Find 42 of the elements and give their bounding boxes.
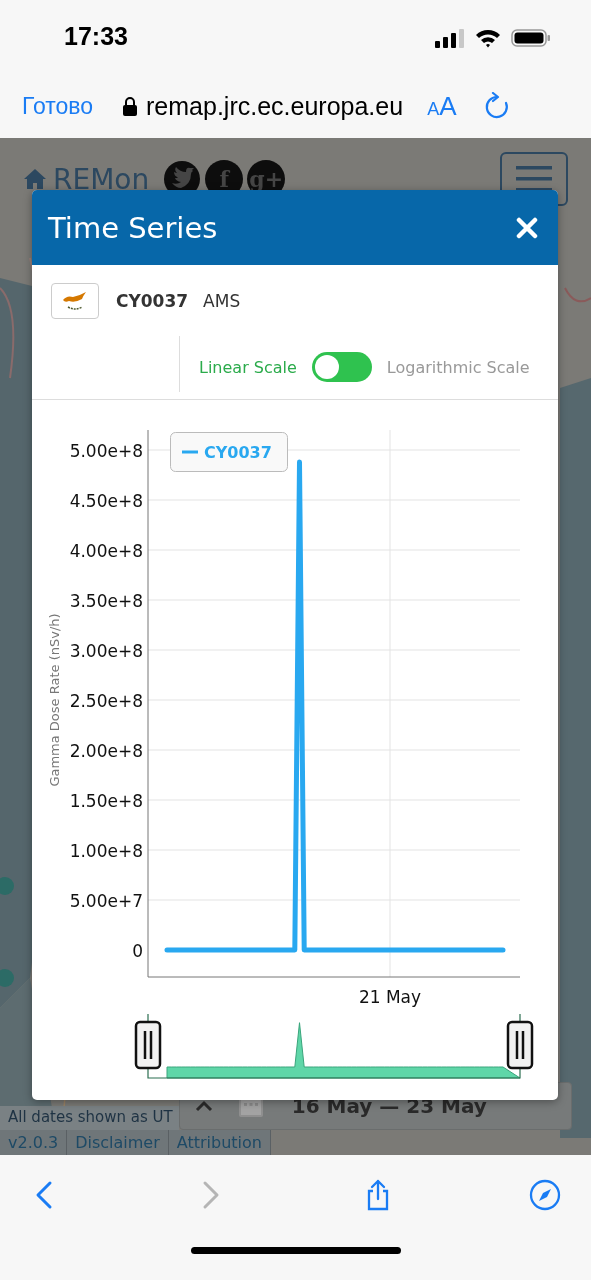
legend-label: CY0037 [204,443,272,462]
axis-tick-label: 2.00e+8 [69,741,143,761]
text-size-button[interactable]: AA [427,91,457,122]
axis-tick-label: 1.00e+8 [69,841,143,861]
axis-tick-label: 2.50e+8 [69,691,143,711]
footer-link[interactable]: Attribution [168,1130,271,1155]
axis-tick-label: 3.00e+8 [69,641,143,661]
axis-title: Gamma Dose Rate (nSv/h) [47,613,62,787]
dialog-title: Time Series [48,210,218,245]
home-icon [23,168,47,190]
clock-time: 17:33 [64,22,128,51]
axis-tick-label: 3.50e+8 [69,591,143,611]
range-handle[interactable] [134,1020,162,1070]
done-button[interactable]: Готово [22,93,94,120]
range-handle[interactable] [506,1020,534,1070]
caret-up-icon[interactable] [193,1099,214,1113]
station-type: AMS [203,291,241,311]
axis-tick-label: 4.50e+8 [69,491,143,511]
menu-icon [516,166,552,192]
signal-icon [435,27,465,48]
axis-tick-label: 0 [132,941,143,961]
map-marker[interactable] [0,877,14,895]
close-icon[interactable] [516,216,538,239]
timezone-note: All dates shown as UT [0,1106,179,1130]
scale-label[interactable]: Linear Scale [199,357,297,377]
axis-tick-label: 4.00e+8 [69,541,143,561]
axis-tick-label: 5.00e+7 [69,891,143,911]
scale-toggle[interactable] [311,352,372,382]
footer-link[interactable]: Disclaimer [67,1130,169,1155]
lock-icon [123,97,138,116]
wifi-icon [475,27,501,48]
address-field[interactable]: remap.jrc.ec.europa.eu [123,92,404,121]
axis-tick-label: 1.50e+8 [69,791,143,811]
map-marker[interactable] [0,969,14,987]
scale-label[interactable]: Logarithmic Scale [386,357,530,377]
axis-tick-label: 5.00e+8 [69,441,143,461]
legend-item[interactable]: CY0037 [170,432,288,472]
axis-tick-label: 21 May [358,987,422,1007]
compass-icon[interactable] [529,1179,561,1211]
footer-link[interactable]: v2.0.3 [0,1130,68,1155]
battery-icon [511,27,551,48]
station-code: CY0037 [116,291,189,311]
